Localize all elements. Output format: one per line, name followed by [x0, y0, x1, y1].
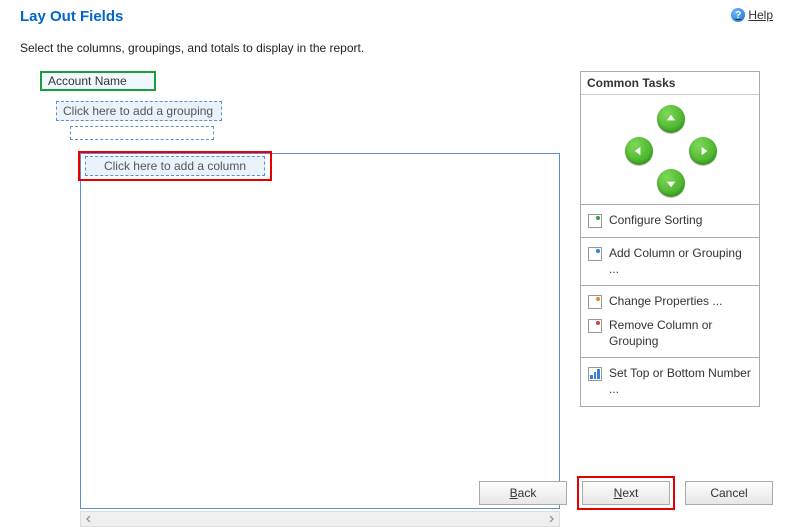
back-button[interactable]: Back: [479, 481, 567, 505]
change-properties-task[interactable]: Change Properties ...: [581, 290, 759, 314]
task-label: Add Column or Grouping ...: [609, 246, 753, 277]
add-column-highlight: Click here to add a column: [78, 151, 272, 181]
help-label: Help: [748, 8, 773, 22]
instruction-text: Select the columns, groupings, and total…: [0, 29, 793, 71]
add-column-grouping-task[interactable]: Add Column or Grouping ...: [581, 242, 759, 281]
move-down-button[interactable]: [657, 169, 685, 197]
scroll-right-arrow[interactable]: [543, 512, 559, 526]
cancel-button[interactable]: Cancel: [685, 481, 773, 505]
common-tasks-header: Common Tasks: [581, 72, 759, 95]
nav-pad: [581, 95, 759, 205]
help-icon: ?: [731, 8, 745, 22]
move-up-button[interactable]: [657, 105, 685, 133]
task-label: Configure Sorting: [609, 213, 753, 229]
remove-column-grouping-task[interactable]: Remove Column or Grouping: [581, 314, 759, 353]
layout-canvas: Account Name Click here to add a groupin…: [20, 71, 560, 407]
configure-sorting-task[interactable]: Configure Sorting: [581, 209, 759, 233]
move-right-button[interactable]: [689, 137, 717, 165]
top-bottom-icon: [587, 366, 603, 382]
field-account-name[interactable]: Account Name: [40, 71, 156, 91]
sort-icon: [587, 213, 603, 229]
scroll-left-arrow[interactable]: [81, 512, 97, 526]
help-link[interactable]: ? Help: [731, 8, 773, 22]
grouping-spacer[interactable]: [70, 126, 214, 140]
horizontal-scrollbar[interactable]: [80, 511, 560, 527]
add-column-placeholder[interactable]: Click here to add a column: [85, 156, 265, 176]
wizard-footer: Back Next Cancel: [479, 476, 773, 510]
page-title: Lay Out Fields: [20, 8, 123, 25]
set-top-bottom-task[interactable]: Set Top or Bottom Number ...: [581, 362, 759, 401]
add-column-icon: [587, 246, 603, 262]
common-tasks-panel: Common Tasks Configure Sor: [580, 71, 760, 407]
task-label: Change Properties ...: [609, 294, 753, 310]
remove-column-icon: [587, 318, 603, 334]
properties-icon: [587, 294, 603, 310]
next-button-highlight: Next: [577, 476, 675, 510]
next-button[interactable]: Next: [582, 481, 670, 505]
task-label: Set Top or Bottom Number ...: [609, 366, 753, 397]
columns-grid: [80, 153, 560, 509]
task-label: Remove Column or Grouping: [609, 318, 753, 349]
add-grouping-placeholder[interactable]: Click here to add a grouping: [56, 101, 222, 121]
move-left-button[interactable]: [625, 137, 653, 165]
